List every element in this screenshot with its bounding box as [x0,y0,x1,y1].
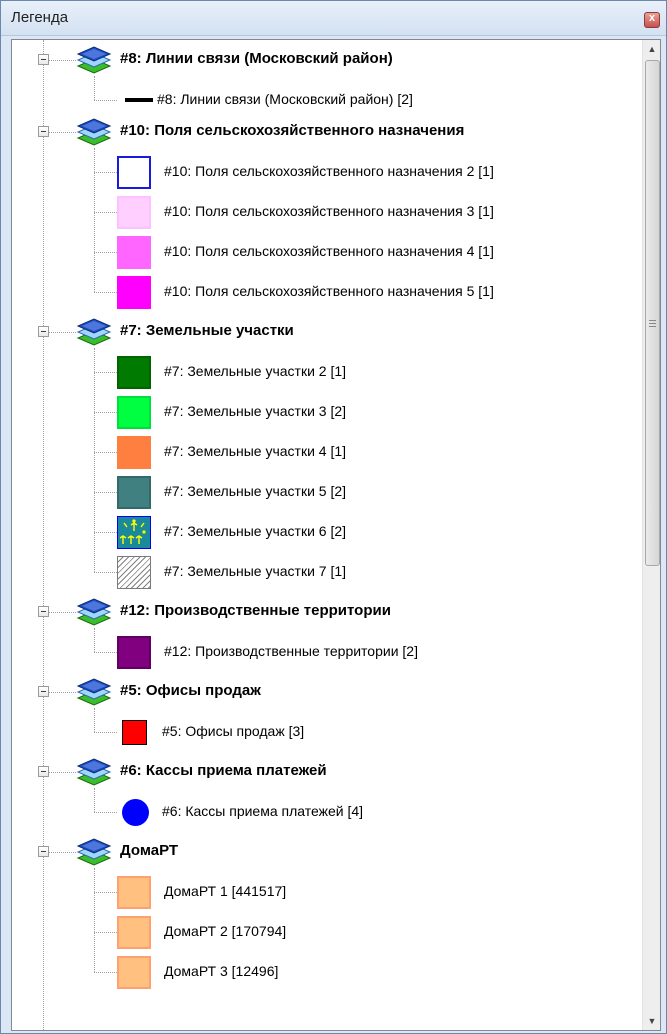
fill-swatch [117,276,151,309]
tree-connector [94,76,95,100]
tree-connector [49,332,76,333]
scroll-up-arrow-icon[interactable]: ▲ [643,40,660,58]
tree-connector [49,60,76,61]
fill-swatch [117,196,151,229]
legend-item-label[interactable]: #7: Земельные участки 3 [2] [164,403,346,419]
tree-connector [94,252,117,253]
window-title: Легенда [11,9,69,26]
layer-name[interactable]: #7: Земельные участки [120,322,294,339]
close-icon[interactable]: x [644,12,660,28]
tree-connector [94,708,95,732]
tree-connector [49,772,76,773]
layer-stack-icon [76,114,112,148]
layer-name[interactable]: #12: Производственные территории [120,602,391,619]
tree-connector [49,852,76,853]
legend-tree-panel: #8: Линии связи (Московский район) #8: Ли… [11,39,661,1031]
tree-connector [94,100,117,101]
legend-item-label[interactable]: #6: Кассы приема платежей [4] [162,803,363,819]
tree-connector [94,452,117,453]
vertical-scrollbar[interactable]: ▲ ▼ [642,40,660,1030]
legend-item-label[interactable]: #10: Поля сельскохозяйственного назначен… [164,163,494,179]
fill-swatch [117,636,151,669]
fill-swatch [117,436,151,469]
fill-swatch [117,356,151,389]
hatch-pattern-swatch [117,556,151,589]
layer-name[interactable]: #5: Офисы продаж [120,682,261,699]
layer-stack-icon [76,42,112,76]
fill-swatch [117,396,151,429]
collapse-icon[interactable] [38,326,49,337]
tree-connector [94,788,95,812]
legend-item-label[interactable]: #7: Земельные участки 4 [1] [164,443,346,459]
layer-stack-icon [76,834,112,868]
legend-item-label[interactable]: ДомаРТ 1 [441517] [164,883,286,899]
tree-connector [94,348,95,572]
legend-window: Легенда x #8: Линии связи (Московский ра… [0,0,667,1034]
tree-connector [94,932,117,933]
fill-swatch [117,476,151,509]
fill-swatch [117,236,151,269]
tree-connector [49,692,76,693]
legend-item-label[interactable]: #10: Поля сельскохозяйственного назначен… [164,243,494,259]
fill-swatch [117,876,151,909]
marsh-pattern-swatch [117,516,151,549]
legend-item-label[interactable]: #10: Поля сельскохозяйственного назначен… [164,203,494,219]
tree-connector [43,40,44,1030]
legend-item-label[interactable]: #5: Офисы продаж [3] [162,723,304,739]
layer-name[interactable]: ДомаРТ [120,842,178,859]
fill-swatch [117,916,151,949]
tree-connector [94,172,117,173]
scroll-down-arrow-icon[interactable]: ▼ [643,1012,660,1030]
collapse-icon[interactable] [38,686,49,697]
tree-connector [94,732,117,733]
collapse-icon[interactable] [38,846,49,857]
layer-name[interactable]: #6: Кассы приема платежей [120,762,327,779]
legend-tree: #8: Линии связи (Московский район) #8: Ли… [12,40,642,1030]
layer-name[interactable]: #10: Поля сельскохозяйственного назначен… [120,122,464,139]
tree-connector [94,148,95,292]
layer-name[interactable]: #8: Линии связи (Московский район) [120,50,393,67]
legend-item-label[interactable]: ДомаРТ 3 [12496] [164,963,278,979]
title-bar: Легенда x [1,1,666,36]
layer-stack-icon [76,594,112,628]
legend-item-label[interactable]: #7: Земельные участки 7 [1] [164,563,346,579]
legend-item-label[interactable]: #7: Земельные участки 6 [2] [164,523,346,539]
legend-item-label[interactable]: #12: Производственные территории [2] [164,643,418,659]
tree-connector [94,652,117,653]
layer-stack-icon [76,674,112,708]
tree-connector [94,868,95,972]
tree-connector [94,292,117,293]
square-point-swatch [122,720,147,745]
collapse-icon[interactable] [38,126,49,137]
tree-connector [94,628,95,652]
legend-item-label[interactable]: #7: Земельные участки 5 [2] [164,483,346,499]
tree-connector [94,412,117,413]
collapse-icon[interactable] [38,606,49,617]
scrollbar-thumb[interactable] [645,60,660,566]
layer-stack-icon [76,754,112,788]
tree-connector [94,892,117,893]
fill-swatch [117,956,151,989]
legend-item-label[interactable]: #8: Линии связи (Московский район) [2] [157,91,413,107]
tree-connector [94,212,117,213]
tree-connector [49,132,76,133]
legend-item-label[interactable]: #7: Земельные участки 2 [1] [164,363,346,379]
tree-connector [49,612,76,613]
legend-item-label[interactable]: ДомаРТ 2 [170794] [164,923,286,939]
tree-connector [94,972,117,973]
layer-stack-icon [76,314,112,348]
fill-swatch [117,156,151,189]
collapse-icon[interactable] [38,54,49,65]
collapse-icon[interactable] [38,766,49,777]
line-symbol-swatch [125,98,153,102]
tree-connector [94,492,117,493]
tree-connector [94,572,117,573]
circle-point-swatch [122,799,149,826]
tree-connector [94,372,117,373]
legend-item-label[interactable]: #10: Поля сельскохозяйственного назначен… [164,283,494,299]
tree-connector [94,532,117,533]
tree-connector [94,812,117,813]
